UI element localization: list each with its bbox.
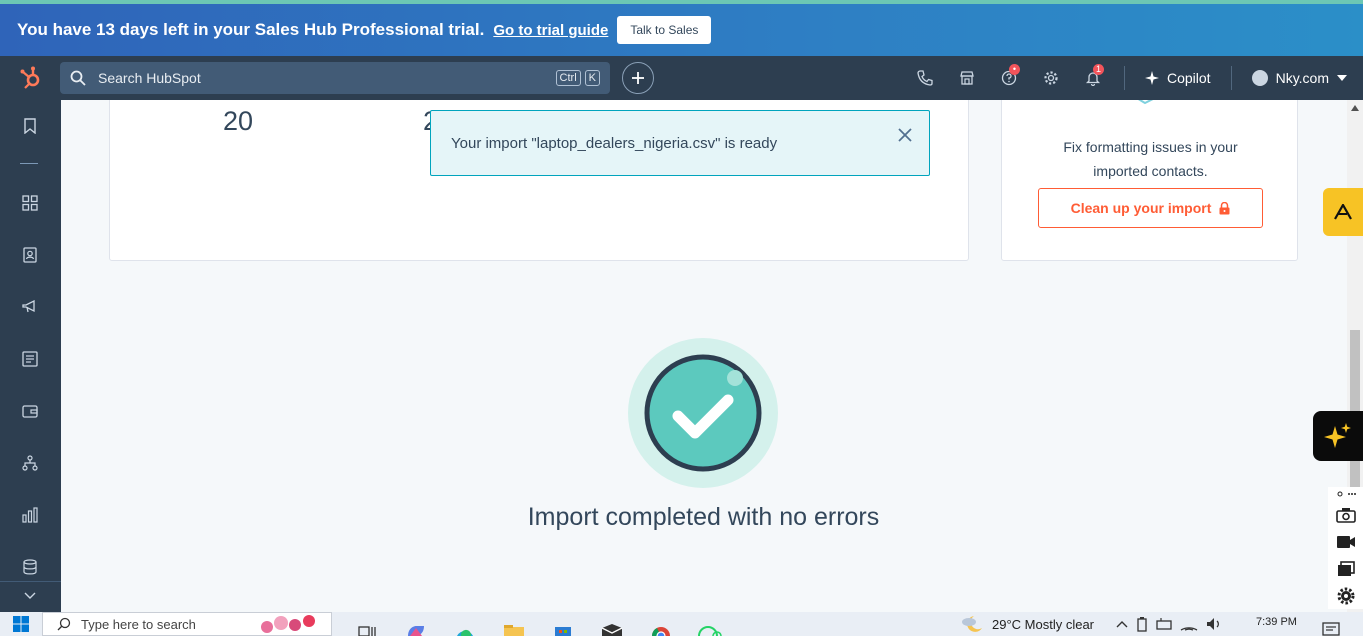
mail-app-icon[interactable]: [587, 612, 636, 636]
avatar: [1251, 70, 1268, 86]
marketplace-icon[interactable]: [946, 56, 988, 100]
import-status-message: Import completed with no errors: [527, 503, 880, 531]
copilot-app-icon[interactable]: [391, 612, 440, 636]
notifications-count-badge: 1: [1092, 64, 1104, 75]
scroll-up-icon[interactable]: [1351, 105, 1359, 111]
extension-widget-button[interactable]: [1323, 188, 1363, 236]
weather-moon-icon[interactable]: [960, 614, 984, 634]
tray-chevron-up-icon[interactable]: [1116, 620, 1128, 628]
workspaces-grid-icon[interactable]: [19, 192, 41, 214]
help-badge: •: [1008, 64, 1020, 75]
toast-message: Your import "laptop_dealers_nigeria.csv"…: [451, 134, 778, 152]
battery-icon[interactable]: [1136, 616, 1148, 632]
trial-banner: You have 13 days left in your Sales Hub …: [0, 0, 1363, 56]
marketing-megaphone-icon[interactable]: [19, 296, 41, 318]
bookmark-icon[interactable]: [19, 115, 41, 137]
contacts-icon[interactable]: [19, 244, 41, 266]
network-icon[interactable]: [1156, 617, 1172, 631]
sparkle-icon: [1144, 71, 1159, 85]
main-content: 20 2 Fix formatting issues in your impor…: [61, 100, 1347, 612]
illustration-icon: [1120, 100, 1180, 105]
expand-chevron-down-icon[interactable]: [19, 585, 41, 607]
commerce-wallet-icon[interactable]: [19, 400, 41, 422]
nav-divider: [1123, 66, 1125, 90]
data-management-database-icon[interactable]: [19, 556, 41, 578]
settings-gear-icon[interactable]: [1030, 56, 1072, 100]
window-copy-icon[interactable]: [1328, 555, 1363, 582]
cleanup-card: Fix formatting issues in your imported c…: [1001, 100, 1298, 261]
search-placeholder: Search HubSpot: [98, 70, 201, 86]
chevron-down-icon: [1337, 75, 1347, 81]
weather-text[interactable]: 29°C Mostly clear: [992, 617, 1094, 632]
copilot-button[interactable]: Copilot: [1135, 70, 1221, 86]
search-icon: [70, 70, 86, 86]
nav-divider-2: [1230, 66, 1232, 90]
whatsapp-icon[interactable]: [685, 612, 734, 636]
capture-tool-strip: [1328, 487, 1363, 609]
screenshot-camera-icon[interactable]: [1328, 501, 1363, 528]
copilot-label: Copilot: [1166, 70, 1211, 86]
reporting-chart-icon[interactable]: [19, 504, 41, 526]
search-input[interactable]: Search HubSpot Ctrl K: [60, 62, 610, 94]
windows-taskbar: Type here to search 29°C Mostly clear 7:…: [0, 612, 1363, 636]
help-icon[interactable]: •: [988, 56, 1030, 100]
task-view-icon[interactable]: [342, 612, 391, 636]
account-name: Nky.com: [1275, 70, 1329, 86]
talk-to-sales-button[interactable]: Talk to Sales: [617, 16, 712, 44]
wifi-icon[interactable]: [1180, 617, 1198, 631]
sparkles-icon: [1324, 423, 1351, 448]
trial-guide-link[interactable]: Go to trial guide: [493, 22, 608, 39]
import-ready-toast: Your import "laptop_dealers_nigeria.csv"…: [430, 110, 930, 176]
tool-settings-gear-icon[interactable]: [1328, 582, 1363, 609]
phone-icon[interactable]: [904, 56, 946, 100]
taskbar-search-input[interactable]: Type here to search: [42, 612, 332, 636]
more-options-icon[interactable]: [1328, 487, 1363, 501]
automation-icon[interactable]: [19, 452, 41, 474]
system-tray: 29°C Mostly clear: [960, 612, 1224, 636]
sidebar-bottom-divider: [0, 581, 61, 582]
edge-browser-icon[interactable]: [440, 612, 489, 636]
hubspot-logo-icon[interactable]: [0, 66, 60, 90]
file-explorer-icon[interactable]: [489, 612, 538, 636]
create-new-button[interactable]: [622, 62, 654, 94]
left-sidebar: [0, 100, 61, 612]
close-icon[interactable]: [897, 127, 913, 143]
lock-icon: [1219, 201, 1230, 214]
trial-message: You have 13 days left in your Sales Hub …: [17, 20, 485, 39]
clean-up-import-button[interactable]: Clean up your import: [1038, 188, 1263, 228]
stat-value: 20: [223, 106, 254, 136]
flowers-decoration-icon: [261, 615, 315, 633]
volume-icon[interactable]: [1206, 617, 1224, 631]
notifications-bell-icon[interactable]: 1: [1072, 56, 1114, 100]
microsoft-store-icon[interactable]: [538, 612, 587, 636]
account-menu[interactable]: Nky.com: [1242, 70, 1363, 86]
content-icon[interactable]: [19, 348, 41, 370]
notification-center-icon[interactable]: [1322, 622, 1340, 636]
top-navigation: Search HubSpot Ctrl K • 1 Copilot Nky.co…: [0, 56, 1363, 100]
chrome-browser-icon[interactable]: [636, 612, 685, 636]
windows-start-icon[interactable]: [0, 612, 42, 636]
cleanup-button-label: Clean up your import: [1070, 200, 1212, 216]
ai-assistant-button[interactable]: [1313, 411, 1363, 461]
video-record-icon[interactable]: [1328, 528, 1363, 555]
shortcut-k: K: [584, 70, 600, 86]
cleanup-description: Fix formatting issues in your imported c…: [1063, 139, 1238, 179]
extension-logo-icon: [1334, 204, 1352, 220]
success-checkmark-icon: [628, 338, 778, 488]
shortcut-ctrl: Ctrl: [555, 70, 581, 86]
clock-time[interactable]: 7:39 PM: [1256, 616, 1297, 628]
taskbar-search-placeholder: Type here to search: [81, 616, 196, 632]
sidebar-divider: [20, 163, 38, 164]
taskbar-search-icon: [57, 617, 71, 631]
